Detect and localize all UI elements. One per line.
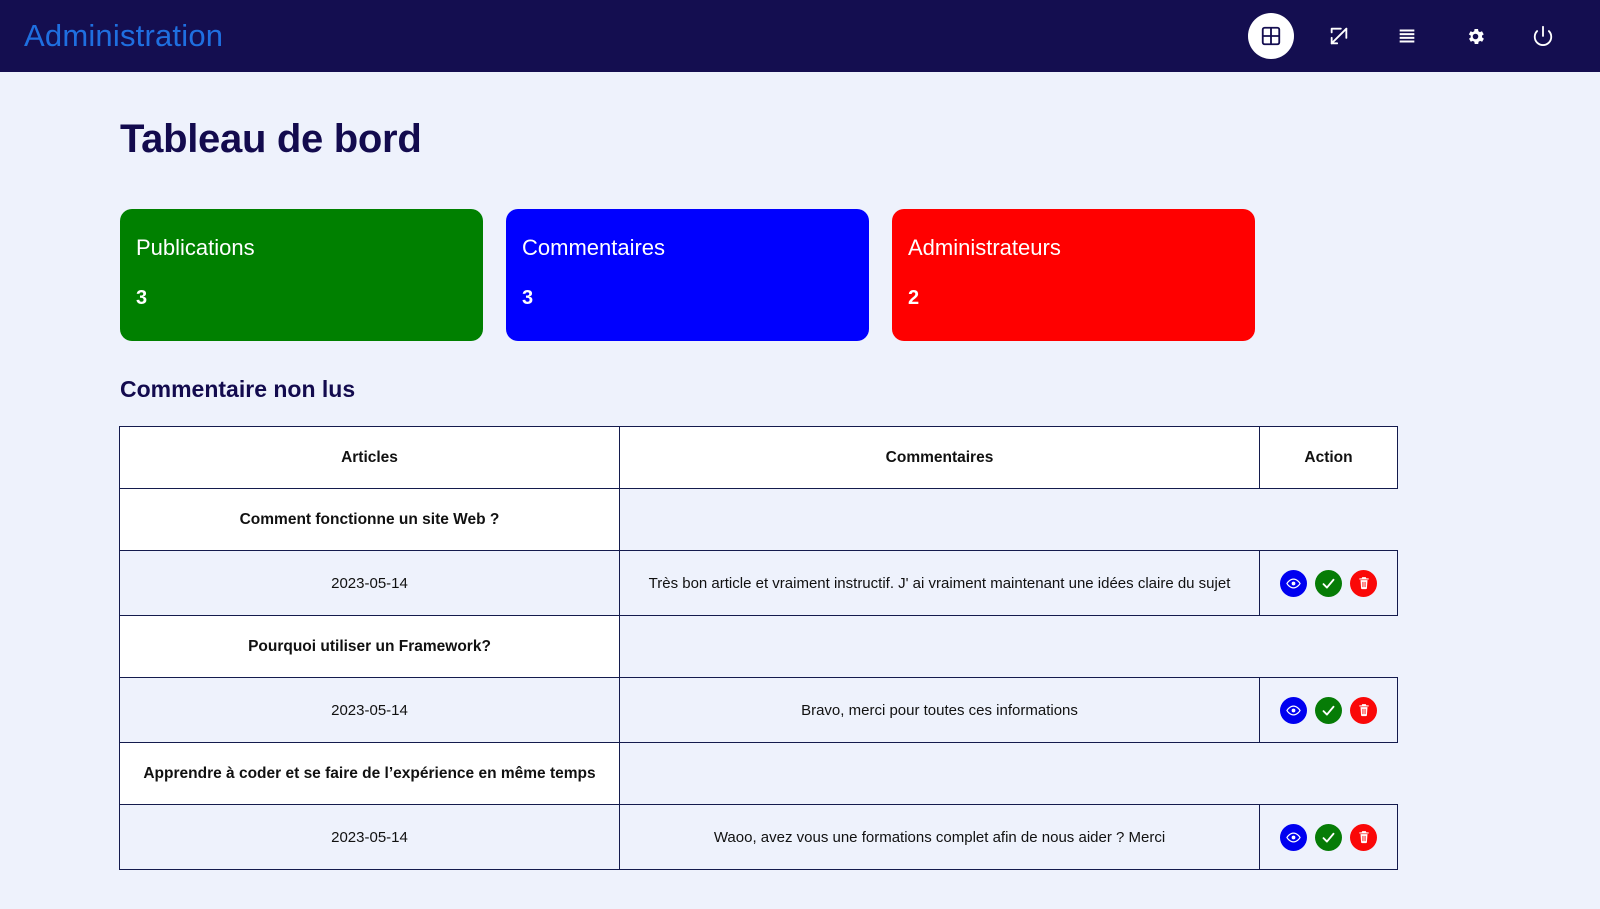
comment-date: 2023-05-14 — [119, 550, 620, 616]
article-row-spacer — [619, 742, 1398, 805]
table-row: 2023-05-14 Bravo, merci pour toutes ces … — [119, 677, 1398, 743]
list-icon[interactable] — [1384, 13, 1430, 59]
article-title-row: Comment fonctionne un site Web ? — [119, 488, 1398, 551]
table-row: 2023-05-14 Waoo, avez vous une formation… — [119, 804, 1398, 870]
power-icon[interactable] — [1520, 13, 1566, 59]
action-button-group — [1261, 696, 1396, 724]
row-actions-cell — [1259, 677, 1398, 743]
delete-comment-button[interactable] — [1350, 696, 1377, 724]
page-title: Tableau de bord — [120, 117, 422, 161]
article-title: Apprendre à coder et se faire de l’expér… — [119, 742, 620, 805]
comment-text: Waoo, avez vous une formations complet a… — [619, 804, 1260, 870]
gear-icon[interactable] — [1452, 13, 1498, 59]
action-button-group — [1261, 823, 1396, 851]
stat-card-value: 3 — [136, 287, 148, 309]
page-body: Tableau de bord Publications 3 Commentai… — [0, 72, 1600, 870]
stat-card-administrateurs[interactable]: Administrateurs 2 — [892, 209, 1255, 341]
accept-comment-button[interactable] — [1315, 696, 1342, 724]
row-actions-cell — [1259, 550, 1398, 616]
dashboard-icon[interactable] — [1248, 13, 1294, 59]
comment-date: 2023-05-14 — [119, 677, 620, 743]
edit-icon[interactable] — [1316, 13, 1362, 59]
stat-card-title: Commentaires — [522, 235, 666, 260]
row-actions-cell — [1259, 804, 1398, 870]
nav-icon-group — [1248, 13, 1578, 59]
accept-comment-button[interactable] — [1315, 569, 1342, 597]
view-comment-button[interactable] — [1280, 823, 1307, 851]
article-title: Comment fonctionne un site Web ? — [119, 488, 620, 551]
stat-card-group: Publications 3 Commentaires 3 Administra… — [0, 162, 1600, 341]
table-body: Comment fonctionne un site Web ? 2023-05… — [119, 488, 1398, 870]
delete-comment-button[interactable] — [1350, 569, 1377, 597]
column-header-action: Action — [1259, 426, 1398, 489]
stat-card-commentaires[interactable]: Commentaires 3 — [506, 209, 869, 341]
stat-card-title: Publications — [136, 235, 255, 260]
column-header-articles: Articles — [119, 426, 620, 489]
table-head: Articles Commentaires Action — [119, 426, 1398, 489]
article-title: Pourquoi utiliser un Framework? — [119, 615, 620, 678]
article-row-spacer — [619, 488, 1398, 551]
article-title-row: Pourquoi utiliser un Framework? — [119, 615, 1398, 678]
view-comment-button[interactable] — [1280, 569, 1307, 597]
brand-title[interactable]: Administration — [24, 18, 223, 54]
stat-card-publications[interactable]: Publications 3 — [120, 209, 483, 341]
stat-card-title: Administrateurs — [908, 235, 1061, 260]
column-header-commentaires: Commentaires — [619, 426, 1260, 489]
article-title-row: Apprendre à coder et se faire de l’expér… — [119, 742, 1398, 805]
action-button-group — [1261, 569, 1396, 597]
section-title: Commentaire non lus — [120, 376, 356, 402]
table-row: 2023-05-14 Très bon article et vraiment … — [119, 550, 1398, 616]
stat-card-value: 2 — [908, 287, 920, 309]
comment-text: Très bon article et vraiment instructif.… — [619, 550, 1260, 616]
article-row-spacer — [619, 615, 1398, 678]
comment-text: Bravo, merci pour toutes ces information… — [619, 677, 1260, 743]
stat-card-value: 3 — [522, 287, 534, 309]
comments-table-wrapper: Articles Commentaires Action Comment fon… — [0, 403, 1600, 870]
view-comment-button[interactable] — [1280, 696, 1307, 724]
accept-comment-button[interactable] — [1315, 823, 1342, 851]
top-navbar: Administration — [0, 0, 1600, 72]
comment-date: 2023-05-14 — [119, 804, 620, 870]
delete-comment-button[interactable] — [1350, 823, 1377, 851]
table-header-row: Articles Commentaires Action — [119, 426, 1398, 489]
unread-comments-table: Articles Commentaires Action Comment fon… — [119, 426, 1398, 870]
